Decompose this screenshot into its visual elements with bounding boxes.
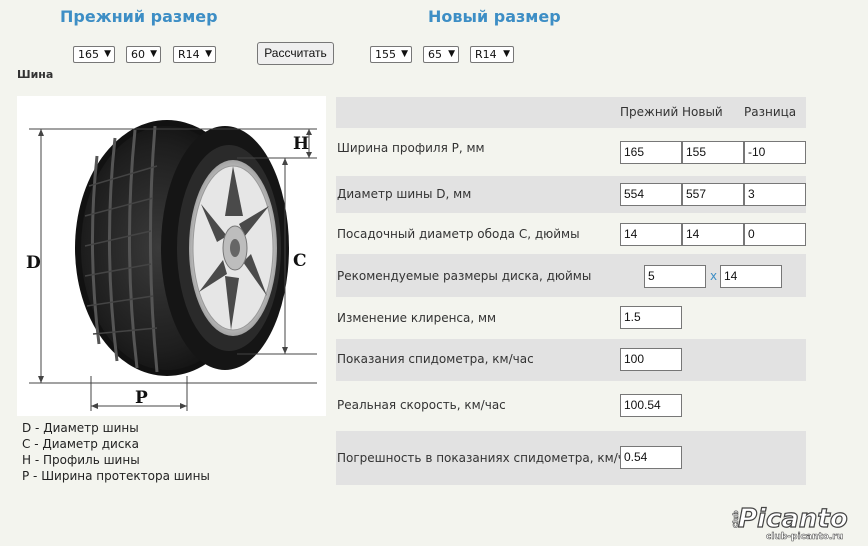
col-header-new: Новый: [682, 105, 723, 119]
legend-item: D - Диаметр шины: [22, 421, 139, 435]
width-diff-field[interactable]: -10: [744, 141, 806, 164]
dimension-separator: x: [710, 269, 718, 283]
old-size-title: Прежний размер: [60, 7, 218, 26]
table-row: Реальная скорость, км/час 100.54: [336, 381, 806, 431]
new-rim-select[interactable]: R14 ▼: [470, 46, 514, 63]
tire-diagram: D C H P: [17, 96, 326, 416]
row-label-speedometer: Показания спидометра, км/час: [337, 352, 534, 366]
old-width-value: 165: [78, 48, 99, 61]
width-new-field[interactable]: 155: [682, 141, 744, 164]
old-profile-select[interactable]: 60 ▼: [126, 46, 161, 63]
legend-item: C - Диаметр диска: [22, 437, 140, 451]
diagram-label-c: C: [293, 251, 307, 271]
diagram-label-d: D: [26, 253, 41, 273]
real-speed-field[interactable]: 100.54: [620, 394, 682, 417]
row-label-rim-recommend: Рекомендуемые размеры диска, дюймы: [337, 269, 592, 283]
table-header-row: Прежний Новый Разница: [336, 97, 806, 128]
col-header-old: Прежний: [620, 105, 679, 119]
old-rim-value: R14: [178, 48, 200, 61]
diagram-label-h: H: [293, 134, 309, 154]
site-logo-svg: Club Picanto club-picanto.ru: [732, 503, 849, 542]
results-table: Прежний Новый Разница Ширина профиля P, …: [336, 97, 806, 485]
chevron-down-icon: ▼: [104, 49, 111, 59]
new-width-select[interactable]: 155 ▼: [370, 46, 412, 63]
new-rim-value: R14: [475, 48, 497, 61]
chevron-down-icon: ▼: [448, 49, 455, 59]
new-profile-select[interactable]: 65 ▼: [423, 46, 459, 63]
chevron-down-icon: ▼: [150, 49, 157, 59]
diameter-new-field[interactable]: 557: [682, 183, 744, 206]
old-rim-select[interactable]: R14 ▼: [173, 46, 216, 63]
calculate-button[interactable]: Рассчитать: [257, 42, 334, 65]
site-logo: Club Picanto club-picanto.ru: [726, 502, 862, 546]
table-row: Рекомендуемые размеры диска, дюймы 5 x 1…: [336, 254, 806, 297]
chevron-down-icon: ▼: [401, 49, 408, 59]
width-old-field[interactable]: 165: [620, 141, 682, 164]
row-label-clearance: Изменение клиренса, мм: [337, 311, 497, 325]
error-field[interactable]: 0.54: [620, 446, 682, 469]
tire-diagram-svg: D C H P: [26, 120, 317, 411]
table-row: Диаметр шины D, мм 554 557 3: [336, 176, 806, 213]
rim-diff-field[interactable]: 0: [744, 223, 806, 246]
new-size-title: Новый размер: [428, 7, 561, 26]
legend-item: H - Профиль шины: [22, 453, 140, 467]
row-label-real-speed: Реальная скорость, км/час: [337, 398, 506, 412]
old-profile-value: 60: [131, 48, 145, 61]
table-row: Посадочный диаметр обода C, дюймы 14 14 …: [336, 213, 806, 254]
chevron-down-icon: ▼: [205, 49, 212, 59]
legend-item: P - Ширина протектора шины: [22, 469, 210, 483]
old-width-select[interactable]: 165 ▼: [73, 46, 115, 63]
logo-text: Picanto: [738, 504, 848, 534]
row-label-diameter: Диаметр шины D, мм: [337, 187, 472, 201]
table-row: Погрешность в показаниях спидометра, км/…: [336, 431, 806, 485]
table-row: Показания спидометра, км/час 100: [336, 339, 806, 381]
row-label-width: Ширина профиля P, мм: [337, 141, 485, 155]
diameter-old-field[interactable]: 554: [620, 183, 682, 206]
diameter-diff-field[interactable]: 3: [744, 183, 806, 206]
col-header-diff: Разница: [744, 105, 797, 119]
row-label-error: Погрешность в показаниях спидометра, км/…: [337, 451, 639, 465]
rim-old-field[interactable]: 14: [620, 223, 682, 246]
table-row: Изменение клиренса, мм 1.5: [336, 297, 806, 339]
new-width-value: 155: [375, 48, 396, 61]
rim-width-field[interactable]: 5: [644, 265, 706, 288]
logo-url: club-picanto.ru: [766, 532, 843, 542]
rim-new-field[interactable]: 14: [682, 223, 744, 246]
chevron-down-icon: ▼: [503, 49, 510, 59]
clearance-field[interactable]: 1.5: [620, 306, 682, 329]
diagram-label-p: P: [135, 388, 148, 408]
new-profile-value: 65: [428, 48, 442, 61]
rim-diameter-field[interactable]: 14: [720, 265, 782, 288]
section-title: Шина: [17, 68, 54, 81]
table-row: Ширина профиля P, мм 165 155 -10: [336, 128, 806, 174]
diagram-legend: D - Диаметр шины C - Диаметр диска H - П…: [22, 420, 210, 484]
row-label-rim: Посадочный диаметр обода C, дюймы: [337, 227, 580, 241]
speedometer-field[interactable]: 100: [620, 348, 682, 371]
